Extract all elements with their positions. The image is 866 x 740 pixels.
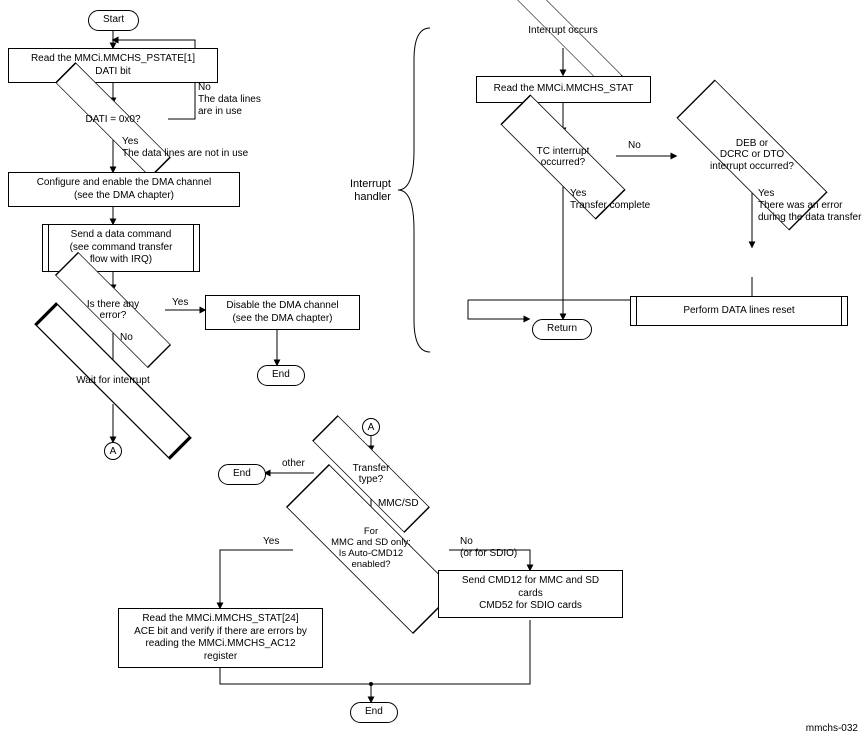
tc-yes-label: YesTransfer complete xyxy=(570,188,650,212)
type-other-label: other xyxy=(282,458,305,470)
interrupt-handler-title: Interrupthandler xyxy=(350,178,391,204)
end-bottom2-terminal: End xyxy=(350,702,398,723)
return-terminal: Return xyxy=(532,319,592,340)
tc-decision: TC interruptoccurred? xyxy=(518,130,608,184)
read-pstate-process: Read the MMCi.MMCHS_PSTATE[1]DATI bit xyxy=(8,48,218,83)
error-yes-label: Yes xyxy=(172,297,188,309)
dati-no-label: NoThe data linesare in use xyxy=(198,82,261,118)
data-lines-reset-subroutine: Perform DATA lines reset xyxy=(630,296,848,327)
configure-dma-process: Configure and enable the DMA channel(see… xyxy=(8,172,240,207)
end-left-terminal: End xyxy=(257,365,305,386)
disable-dma-process: Disable the DMA channel(see the DMA chap… xyxy=(205,295,360,330)
connector-a-out: A xyxy=(104,442,122,460)
auto-no-label: No(or for SDIO) xyxy=(460,536,517,560)
end-bottom1-terminal: End xyxy=(218,464,266,485)
wait-interrupt-decision: Wait for interrupt xyxy=(53,356,173,406)
dati-yes-label: YesThe data lines are not in use xyxy=(122,136,248,160)
error-no-label: No xyxy=(120,332,133,344)
dati-decision: DATI = 0x0? xyxy=(68,99,158,141)
start-terminal: Start xyxy=(88,10,139,31)
autocmd12-decision: ForMMC and SD only:Is Auto-CMD12enabled? xyxy=(309,512,433,586)
interrupt-occurs-decision: Interrupt occurs xyxy=(518,12,608,50)
type-mmcsd-label: MMC/SD xyxy=(378,498,419,510)
connector-a-in: A xyxy=(362,418,380,436)
read-stat-process: Read the MMCi.MMCHS_STAT xyxy=(476,76,651,103)
send-cmd12-process: Send CMD12 for MMC and SDcardsCMD52 for … xyxy=(438,570,623,618)
auto-yes-label: Yes xyxy=(263,536,279,548)
deb-decision: DEB orDCRC or DTOinterrupt occurred? xyxy=(695,122,809,188)
image-id-label: mmchs-032 xyxy=(806,723,858,734)
read-ace-process: Read the MMCi.MMCHS_STAT[24]ACE bit and … xyxy=(118,608,323,668)
tc-no-label: No xyxy=(628,140,641,152)
deb-yes-label: YesThere was an errorduring the data tra… xyxy=(758,188,861,224)
